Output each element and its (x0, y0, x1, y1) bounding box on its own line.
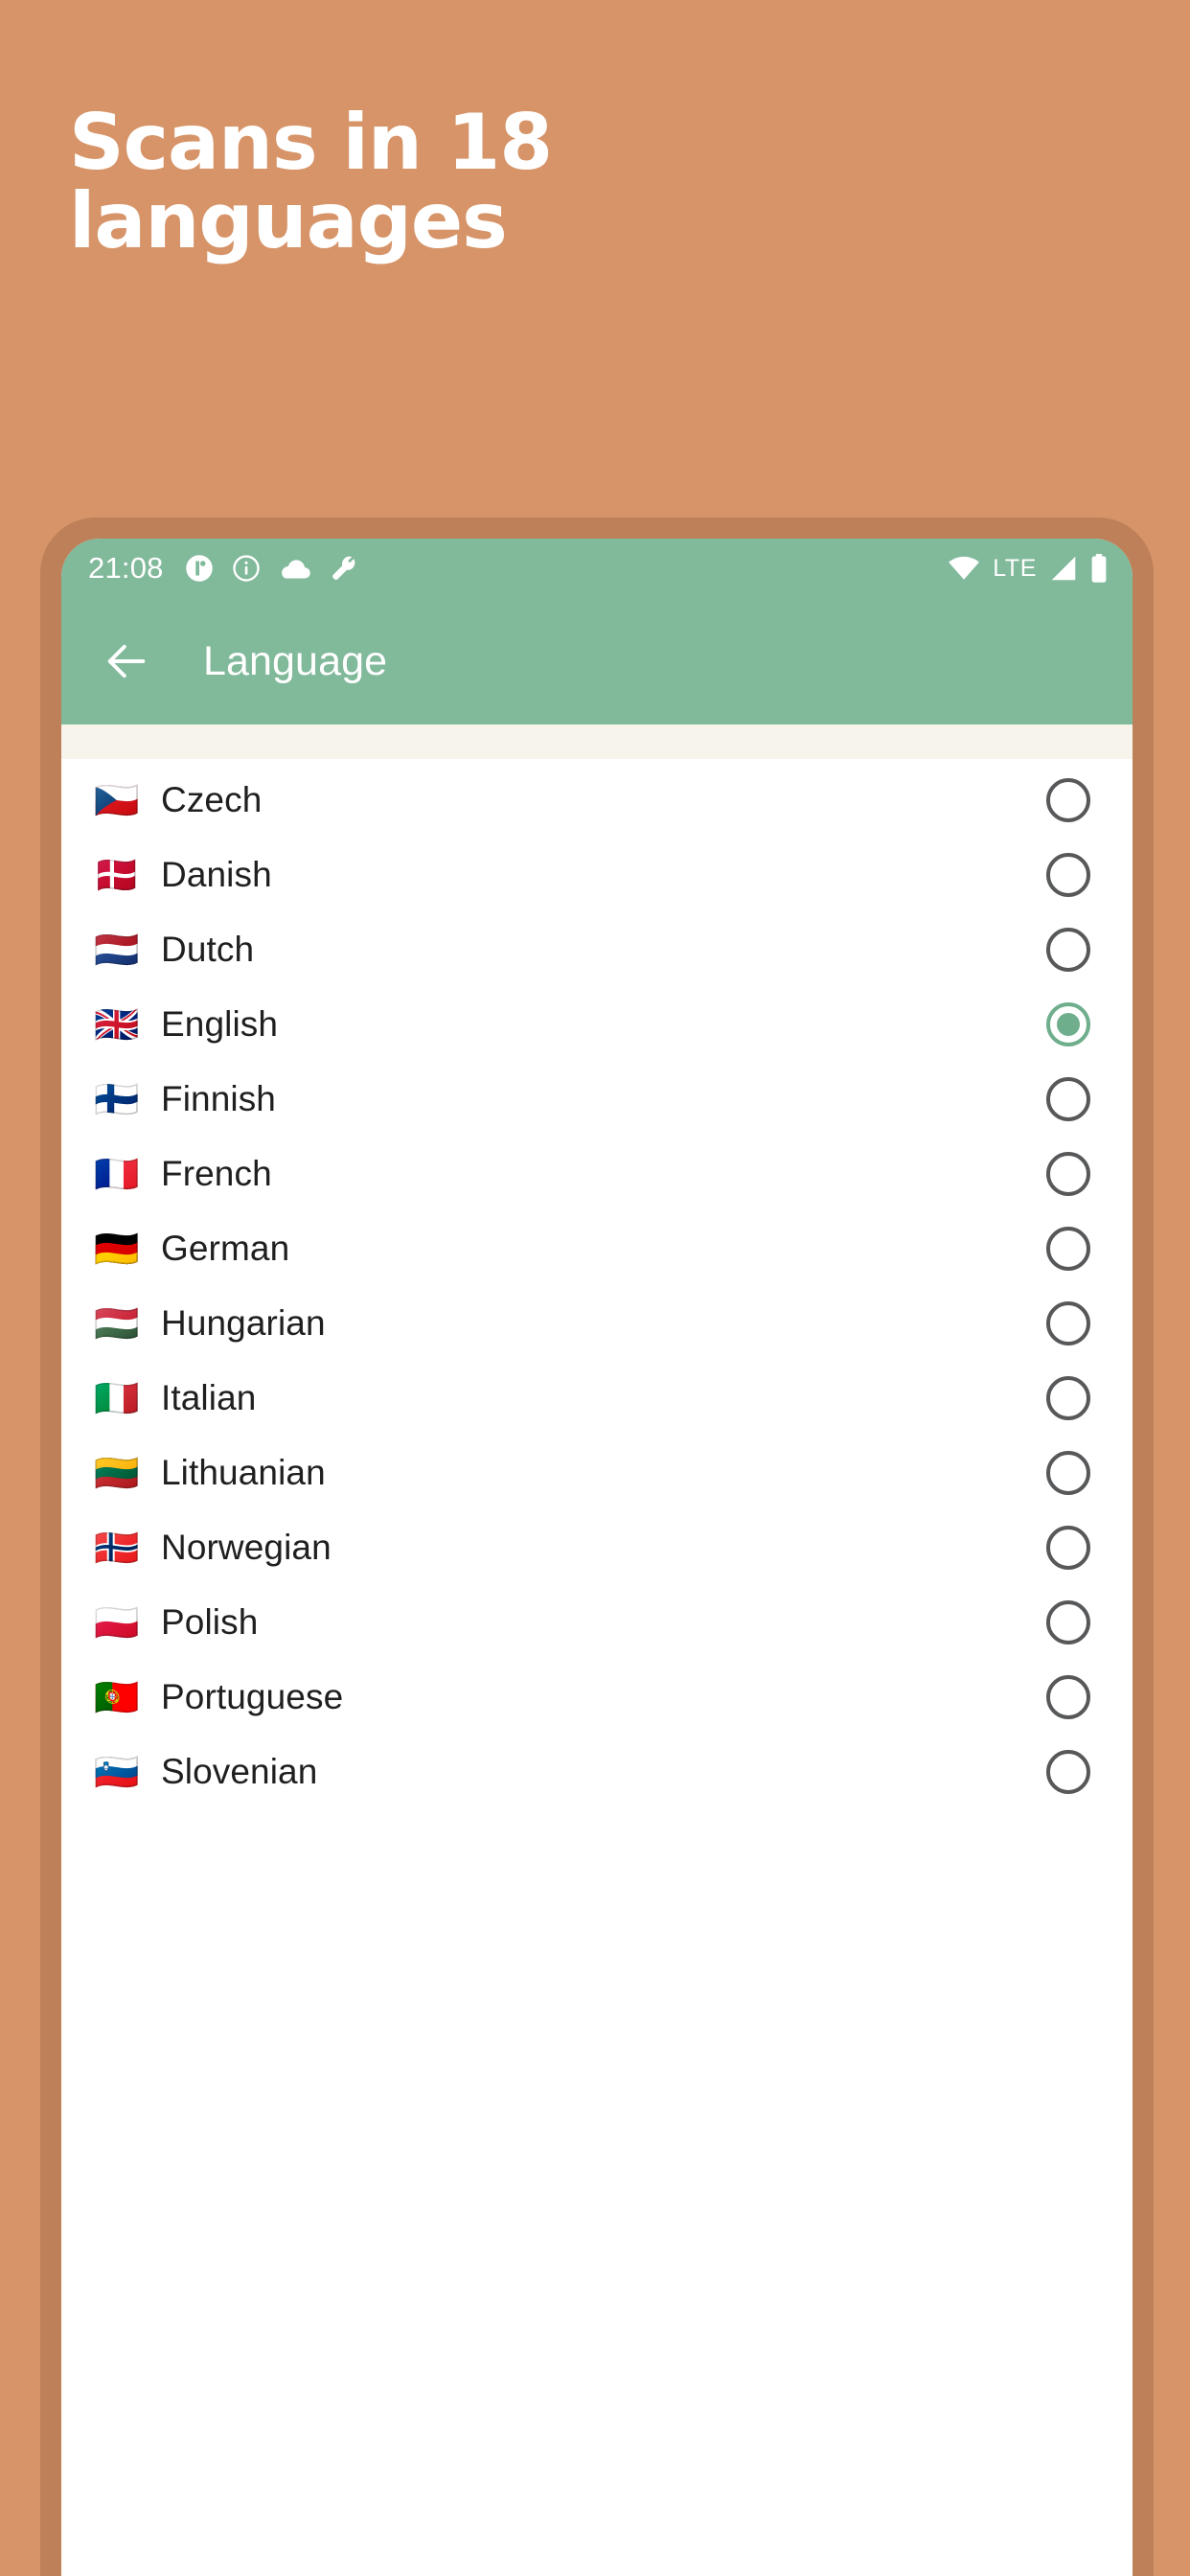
battery-icon (1090, 554, 1108, 583)
language-radio-button[interactable] (1046, 853, 1090, 897)
flag-icon: 🇫🇮 (94, 1078, 140, 1120)
notification-badge-icon (185, 554, 214, 583)
flag-icon: 🇱🇹 (94, 1452, 140, 1494)
language-label: Czech (161, 780, 263, 819)
content-top-strip (61, 724, 1133, 759)
language-row[interactable]: 🇩🇰 Danish (61, 838, 1133, 912)
language-label: Hungarian (161, 1303, 326, 1343)
status-bar-system-icons: LTE (948, 554, 1108, 583)
cloud-icon (279, 554, 311, 583)
language-radio-button[interactable] (1046, 1376, 1090, 1420)
phone-device-frame: 21:08 LTE Language 🇨🇿 Czech 🇩🇰 Danish 🇳🇱… (40, 518, 1154, 2576)
language-radio-button[interactable] (1046, 778, 1090, 822)
language-label: German (161, 1229, 290, 1268)
language-row[interactable]: 🇵🇹 Portuguese (61, 1660, 1133, 1735)
app-bar: Language (61, 598, 1133, 724)
flag-icon: 🇩🇪 (94, 1228, 140, 1270)
language-radio-button[interactable] (1046, 1152, 1090, 1196)
language-row[interactable]: 🇨🇿 Czech (61, 763, 1133, 838)
language-label: French (161, 1154, 272, 1193)
language-list: 🇨🇿 Czech 🇩🇰 Danish 🇳🇱 Dutch 🇬🇧 English 🇫🇮 Finnish… (61, 759, 1133, 1809)
flag-icon: 🇵🇹 (94, 1676, 140, 1718)
flag-icon: 🇨🇿 (94, 779, 140, 821)
flag-icon: 🇭🇺 (94, 1302, 140, 1345)
back-button[interactable] (92, 627, 161, 696)
flag-icon: 🇬🇧 (94, 1003, 140, 1046)
language-row[interactable]: 🇩🇪 German (61, 1211, 1133, 1286)
language-radio-button[interactable] (1046, 1227, 1090, 1271)
phone-screen: 21:08 LTE Language 🇨🇿 Czech 🇩🇰 Danish 🇳🇱… (61, 539, 1133, 2576)
flag-icon: 🇮🇹 (94, 1377, 140, 1419)
language-radio-button[interactable] (1046, 1526, 1090, 1570)
info-icon (232, 554, 261, 583)
language-radio-button[interactable] (1046, 1077, 1090, 1121)
language-label: Polish (161, 1602, 259, 1642)
language-label: English (161, 1004, 279, 1044)
wrench-icon (330, 554, 358, 583)
status-bar-clock: 21:08 (88, 551, 164, 585)
flag-icon: 🇩🇰 (94, 854, 140, 896)
language-radio-button[interactable] (1046, 1675, 1090, 1719)
language-row[interactable]: 🇫🇷 French (61, 1137, 1133, 1211)
language-label: Dutch (161, 930, 255, 969)
back-arrow-icon (102, 636, 151, 686)
language-row[interactable]: 🇮🇹 Italian (61, 1361, 1133, 1436)
flag-icon: 🇸🇮 (94, 1751, 140, 1793)
page-title: Scans in 18 languages (69, 104, 1027, 260)
status-bar-notification-icons (185, 554, 358, 583)
language-radio-button[interactable] (1046, 928, 1090, 972)
language-row[interactable]: 🇳🇱 Dutch (61, 912, 1133, 987)
flag-icon: 🇳🇱 (94, 929, 140, 971)
language-row[interactable]: 🇭🇺 Hungarian (61, 1286, 1133, 1361)
flag-icon: 🇫🇷 (94, 1153, 140, 1195)
language-row[interactable]: 🇬🇧 English (61, 987, 1133, 1062)
language-radio-button[interactable] (1046, 1451, 1090, 1495)
language-row[interactable]: 🇳🇴 Norwegian (61, 1510, 1133, 1585)
app-bar-title: Language (203, 637, 388, 684)
language-row[interactable]: 🇫🇮 Finnish (61, 1062, 1133, 1137)
headline-line-1: Scans in 18 (69, 98, 553, 187)
language-row[interactable]: 🇸🇮 Slovenian (61, 1735, 1133, 1809)
language-radio-button[interactable] (1046, 1750, 1090, 1794)
language-label: Danish (161, 855, 272, 894)
status-bar: 21:08 LTE (61, 539, 1133, 598)
language-label: Italian (161, 1378, 257, 1417)
wifi-icon (948, 555, 980, 582)
network-type-label: LTE (993, 554, 1037, 582)
flag-icon: 🇵🇱 (94, 1601, 140, 1644)
language-radio-button[interactable] (1046, 1002, 1090, 1046)
language-label: Slovenian (161, 1752, 318, 1791)
language-label: Finnish (161, 1079, 276, 1118)
language-label: Lithuanian (161, 1453, 326, 1492)
language-label: Norwegian (161, 1528, 332, 1567)
flag-icon: 🇳🇴 (94, 1527, 140, 1569)
language-row[interactable]: 🇵🇱 Polish (61, 1585, 1133, 1660)
signal-icon (1049, 555, 1078, 582)
headline-line-2: languages (69, 175, 508, 265)
language-row[interactable]: 🇱🇹 Lithuanian (61, 1436, 1133, 1510)
language-label: Portuguese (161, 1677, 344, 1716)
language-radio-button[interactable] (1046, 1301, 1090, 1346)
language-radio-button[interactable] (1046, 1600, 1090, 1644)
